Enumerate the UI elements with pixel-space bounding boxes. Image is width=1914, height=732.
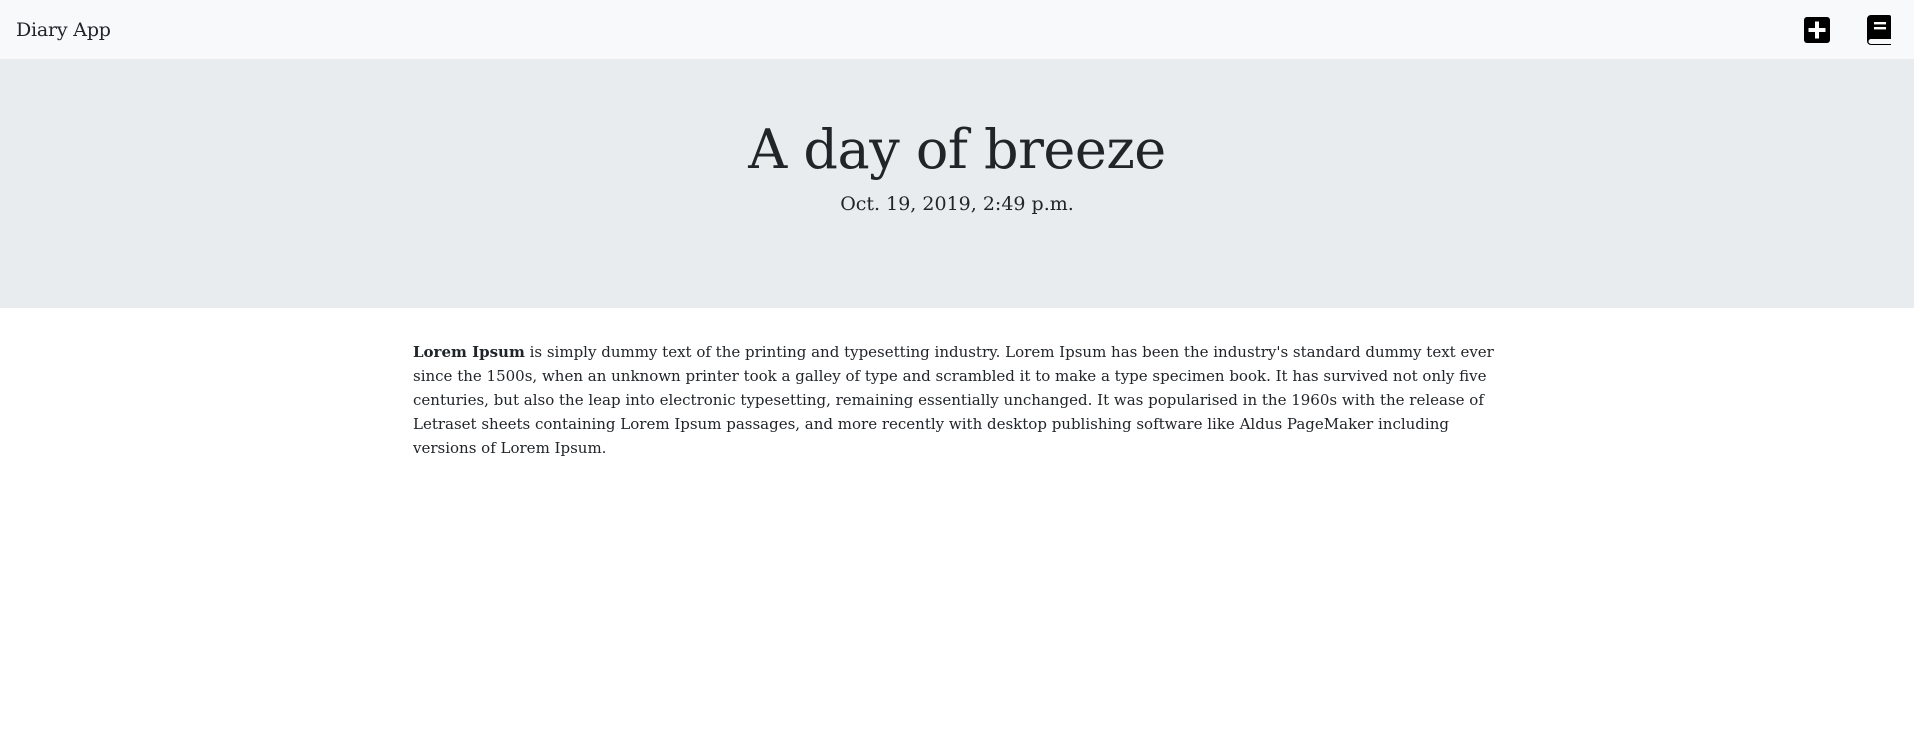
entry-body-text: is simply dummy text of the printing and… xyxy=(413,343,1494,457)
plus-square-icon xyxy=(1804,16,1830,43)
new-entry-button[interactable] xyxy=(1802,15,1832,45)
entry-header: A day of breeze Oct. 19, 2019, 2:49 p.m. xyxy=(0,59,1914,308)
entry-body: Lorem Ipsum is simply dummy text of the … xyxy=(413,340,1501,460)
brand-link[interactable]: Diary App xyxy=(16,19,111,41)
entries-list-button[interactable] xyxy=(1864,14,1894,45)
navbar: Diary App xyxy=(0,0,1914,59)
entry-content: Lorem Ipsum is simply dummy text of the … xyxy=(413,308,1501,460)
book-icon xyxy=(1867,14,1891,45)
entry-date: Oct. 19, 2019, 2:49 p.m. xyxy=(840,193,1074,216)
entry-body-bold: Lorem Ipsum xyxy=(413,343,525,361)
nav-actions xyxy=(1802,14,1898,45)
entry-title: A day of breeze xyxy=(748,118,1166,181)
